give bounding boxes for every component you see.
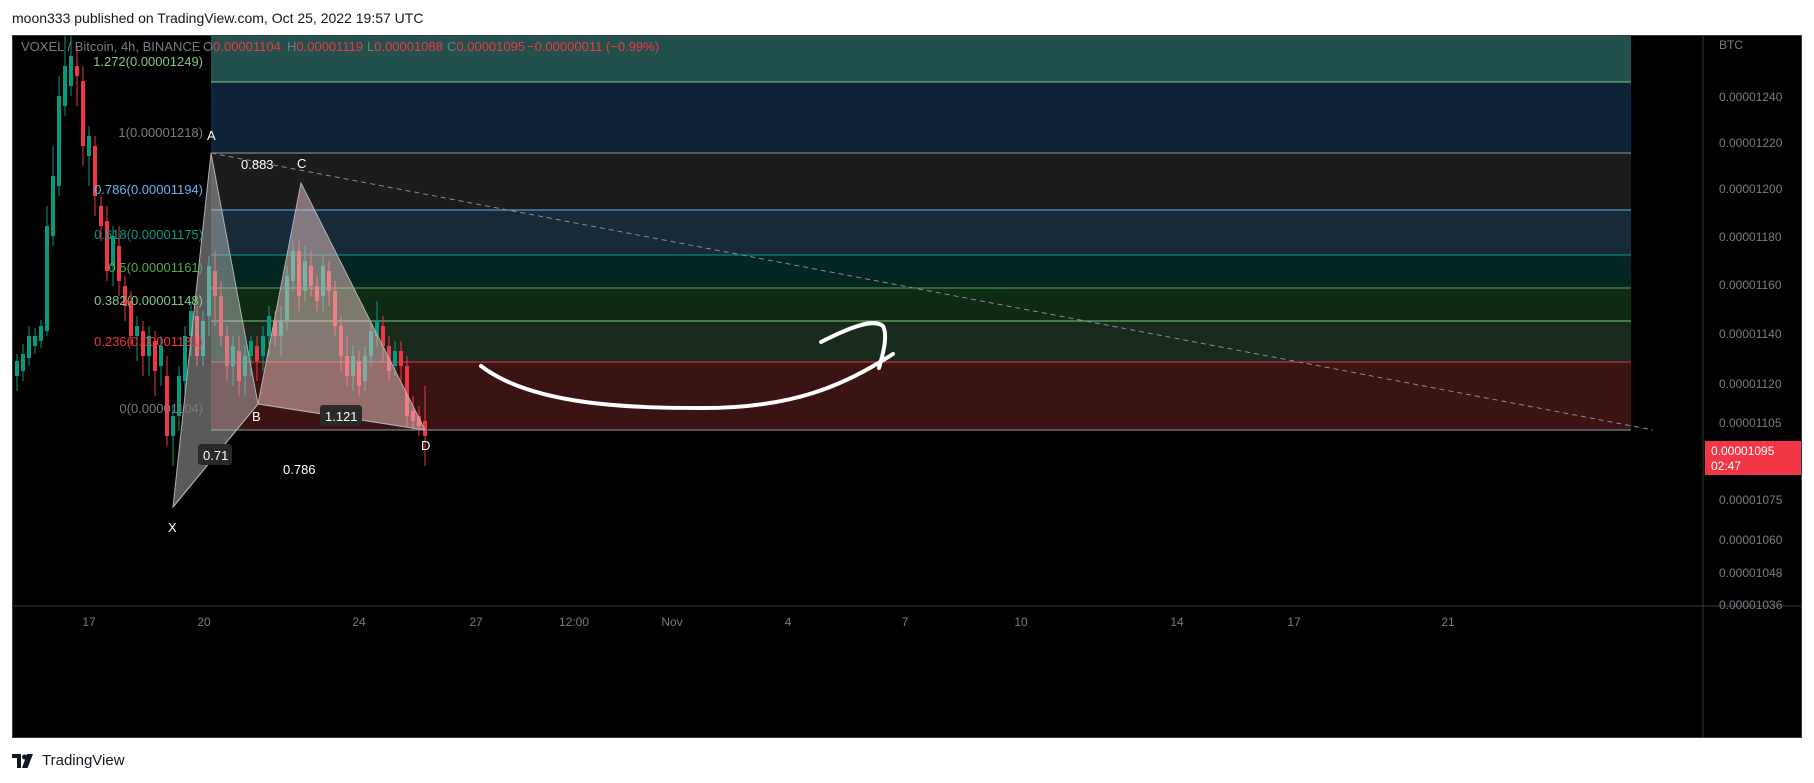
time-tick-label: 7 (902, 615, 909, 629)
legend-low-key: L (367, 39, 374, 54)
price-tick-label: 0.00001120 (1719, 377, 1782, 391)
point-b-label: B (252, 409, 261, 424)
price-tick-label: 0.00001200 (1719, 182, 1783, 196)
fib-zones (211, 36, 1631, 430)
price-tick-label: 0.00001060 (1719, 533, 1783, 547)
time-tick-label: 12:00 (559, 615, 589, 629)
fib-zone-1 (211, 82, 1631, 153)
price-tick-label: 0.00001160 (1719, 278, 1782, 292)
candle-body (15, 361, 19, 376)
fib-level-label: 0.5(0.00001161) (109, 260, 203, 275)
ratio-0786-label: 0.786 (283, 462, 316, 477)
price-tick-label: 0.00001075 (1719, 493, 1783, 507)
publish-info: moon333 published on TradingView.com, Oc… (12, 10, 424, 26)
countdown-value: 02:47 (1711, 459, 1741, 473)
candle-body (81, 81, 85, 146)
candle-body (39, 326, 43, 341)
price-tick-label: 0.00001180 (1719, 230, 1782, 244)
candle-body (51, 176, 55, 236)
candle-body (249, 341, 253, 356)
price-tick-label: 0.00001105 (1719, 416, 1782, 430)
candle-body (33, 336, 37, 346)
fib-zone-0786 (211, 153, 1631, 210)
legend-symbol: VOXEL / Bitcoin, 4h, BINANCE (21, 39, 201, 54)
time-tick-label: 17 (1287, 615, 1301, 629)
tradingview-logo-icon (12, 753, 33, 768)
time-tick-label: 21 (1441, 615, 1455, 629)
time-tick-label: 14 (1170, 615, 1184, 629)
last-price-value: 0.00001095 (1711, 444, 1775, 458)
price-tick-label: 0.00001240 (1719, 90, 1783, 104)
candle-body (87, 136, 91, 156)
fib-zone-0382 (211, 288, 1631, 321)
legend-open-key: O (203, 39, 213, 54)
fib-level-label: 0.618(0.00001175) (94, 227, 203, 242)
candle-body (171, 416, 175, 436)
time-tick-label: 24 (352, 615, 366, 629)
legend-low-value: 0.00001088 (374, 39, 443, 54)
footer-brand-name: TradingView (42, 752, 125, 769)
ratio-0883-label: 0.883 (241, 157, 274, 172)
time-tick-label: 17 (82, 615, 96, 629)
time-tick-label: 4 (785, 615, 792, 629)
price-chart[interactable]: A C B D X 0.883 0.786 0.71 1.121 1.272(0… (13, 36, 1802, 738)
legend-change: −0.00000011 (−0.99%) (527, 39, 659, 54)
fib-zone-0 (211, 362, 1631, 430)
price-tick-label: 0.00001140 (1719, 327, 1782, 341)
time-tick-label: Nov (661, 615, 682, 629)
legend-open-value: 0.00001104 (213, 39, 281, 54)
candle-body (27, 336, 31, 358)
fib-level-label: 0(0.00001104) (119, 401, 203, 416)
symbol-legend: VOXEL / Bitcoin, 4h, BINANCE O0.00001104… (21, 39, 659, 54)
point-a-label: A (207, 128, 216, 143)
fib-level-label: 0.382(0.00001148) (94, 293, 203, 308)
point-c-label: C (297, 156, 306, 171)
candle-body (63, 66, 67, 106)
chart-panel[interactable]: A C B D X 0.883 0.786 0.71 1.121 1.272(0… (12, 35, 1802, 738)
fib-level-label: 0.236(0.00001131) (94, 334, 203, 349)
fib-zone-0618 (211, 210, 1631, 255)
ratio-071-label: 0.71 (203, 448, 228, 463)
candle-body (261, 336, 265, 356)
candle-body (69, 56, 73, 86)
price-scale-currency: BTC (1719, 38, 1743, 52)
legend-open: O0.00001104 (203, 39, 281, 54)
legend-close-key: C (447, 39, 456, 54)
fib-zone-0236 (211, 321, 1631, 362)
legend-high-value: 0.00001119 (296, 39, 363, 54)
candle-body (393, 351, 397, 366)
legend-close: C0.00001095 (447, 39, 525, 54)
legend-high-key: H (287, 39, 296, 54)
footer-branding: TradingView (12, 752, 125, 769)
price-tick-label: 0.00001048 (1719, 566, 1783, 580)
time-tick-label: 27 (469, 615, 483, 629)
candle-body (399, 351, 403, 366)
price-tick-label: 0.00001036 (1719, 598, 1783, 612)
price-tick-label: 0.00001220 (1719, 136, 1783, 150)
candle-body (99, 206, 103, 226)
ratio-1121-label: 1.121 (325, 409, 358, 424)
fib-zone-05 (211, 255, 1631, 288)
candle-body (57, 96, 61, 186)
time-tick-label: 20 (197, 615, 211, 629)
legend-low: L0.00001088 (367, 39, 443, 54)
time-scale[interactable]: 17 20 24 27 12:00 Nov 4 7 10 14 17 21 (82, 615, 1455, 629)
candle-body (255, 346, 259, 361)
legend-close-value: 0.00001095 (456, 39, 525, 54)
fib-level-label: 1.272(0.00001249) (93, 54, 203, 69)
price-scale[interactable]: 0.00001240 0.00001220 0.00001200 0.00001180… (1719, 90, 1783, 612)
time-tick-label: 10 (1014, 615, 1028, 629)
point-d-label: D (421, 438, 430, 453)
candle-body (159, 346, 163, 366)
fib-level-label: 1(0.00001218) (118, 125, 203, 140)
candle-body (21, 354, 25, 371)
candle-body (75, 66, 79, 76)
last-price-badge: 0.00001095 02:47 (1705, 441, 1801, 475)
point-x-label: X (168, 520, 177, 535)
candle-body (267, 316, 271, 336)
candle-body (45, 226, 49, 331)
fib-level-label: 0.786(0.00001194) (94, 182, 203, 197)
legend-high: H0.00001119 (287, 39, 363, 54)
